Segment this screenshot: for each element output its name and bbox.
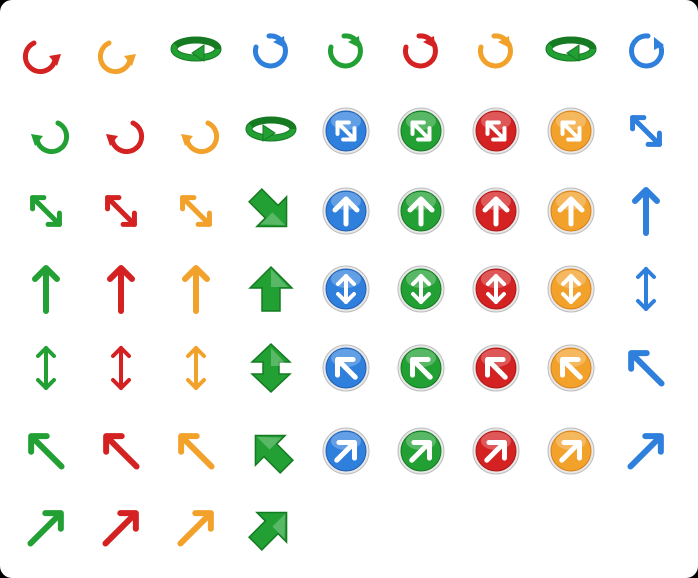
red-rotate-ccw-icon [93, 103, 149, 159]
green-arrow-updown-icon [18, 340, 74, 396]
green-block-upleft-icon [243, 423, 299, 479]
red-arrow-upleft-icon [93, 423, 149, 479]
blue-circle-upright-icon [318, 423, 374, 479]
blue-arrow-updown-icon [618, 261, 674, 317]
red-diag-double-icon [93, 183, 149, 239]
icon-sheet [0, 0, 698, 578]
red-rotate-cw-icon [18, 23, 74, 79]
red-circle-diag-icon [468, 103, 524, 159]
red-circle-upright-icon [468, 423, 524, 479]
green-circle-updown-icon [393, 261, 449, 317]
red-circle-updown-icon [468, 261, 524, 317]
green-block-updown-icon [243, 340, 299, 396]
red-arrow-updown-icon [93, 340, 149, 396]
green-rotate-ccw-icon [18, 103, 74, 159]
green-block-up-icon [243, 261, 299, 317]
red-arrow-up-icon [93, 261, 149, 317]
green-circle-upleft-icon [393, 340, 449, 396]
orange-rotate-cw-icon [93, 23, 149, 79]
green-circle-diag-icon [393, 103, 449, 159]
orange-circle-up-icon [543, 183, 599, 239]
blue-circle-upleft-icon [318, 340, 374, 396]
orange-rotate-cw-b-icon [468, 23, 524, 79]
red-circle-upleft-icon [468, 340, 524, 396]
green-rotate-3d-icon [168, 23, 224, 79]
blue-arrow-up-icon [618, 183, 674, 239]
red-circle-up-icon [468, 183, 524, 239]
green-rotate-cw-b-icon [318, 23, 374, 79]
green-circle-upright-icon [393, 423, 449, 479]
blue-diag-double-icon [618, 103, 674, 159]
blue-arrow-upright-icon [618, 423, 674, 479]
blue-rotate-cw-b-icon [243, 23, 299, 79]
green-arrow-upright-icon [18, 500, 74, 556]
orange-circle-updown-icon [543, 261, 599, 317]
green-block-diag-icon [243, 183, 299, 239]
blue-rotate-ccw-b-icon [618, 23, 674, 79]
green-diag-double-icon [18, 183, 74, 239]
blue-circle-updown-icon [318, 261, 374, 317]
green-block-upright-icon [243, 500, 299, 556]
orange-arrow-updown-icon [168, 340, 224, 396]
red-rotate-cw-b-icon [393, 23, 449, 79]
orange-arrow-upleft-icon [168, 423, 224, 479]
orange-circle-upright-icon [543, 423, 599, 479]
green-arrow-upleft-icon [18, 423, 74, 479]
green-rotate-3d-icon [543, 23, 599, 79]
blue-arrow-upleft-icon [618, 340, 674, 396]
orange-circle-upleft-icon [543, 340, 599, 396]
orange-arrow-up-icon [168, 261, 224, 317]
green-circle-up-icon [393, 183, 449, 239]
green-rotate-3d-ccw-icon [243, 103, 299, 159]
blue-circle-diag-icon [318, 103, 374, 159]
orange-circle-diag-icon [543, 103, 599, 159]
orange-diag-double-icon [168, 183, 224, 239]
orange-arrow-upright-icon [168, 500, 224, 556]
green-arrow-up-icon [18, 261, 74, 317]
red-arrow-upright-icon [93, 500, 149, 556]
orange-rotate-ccw-icon [168, 103, 224, 159]
blue-circle-up-icon [318, 183, 374, 239]
